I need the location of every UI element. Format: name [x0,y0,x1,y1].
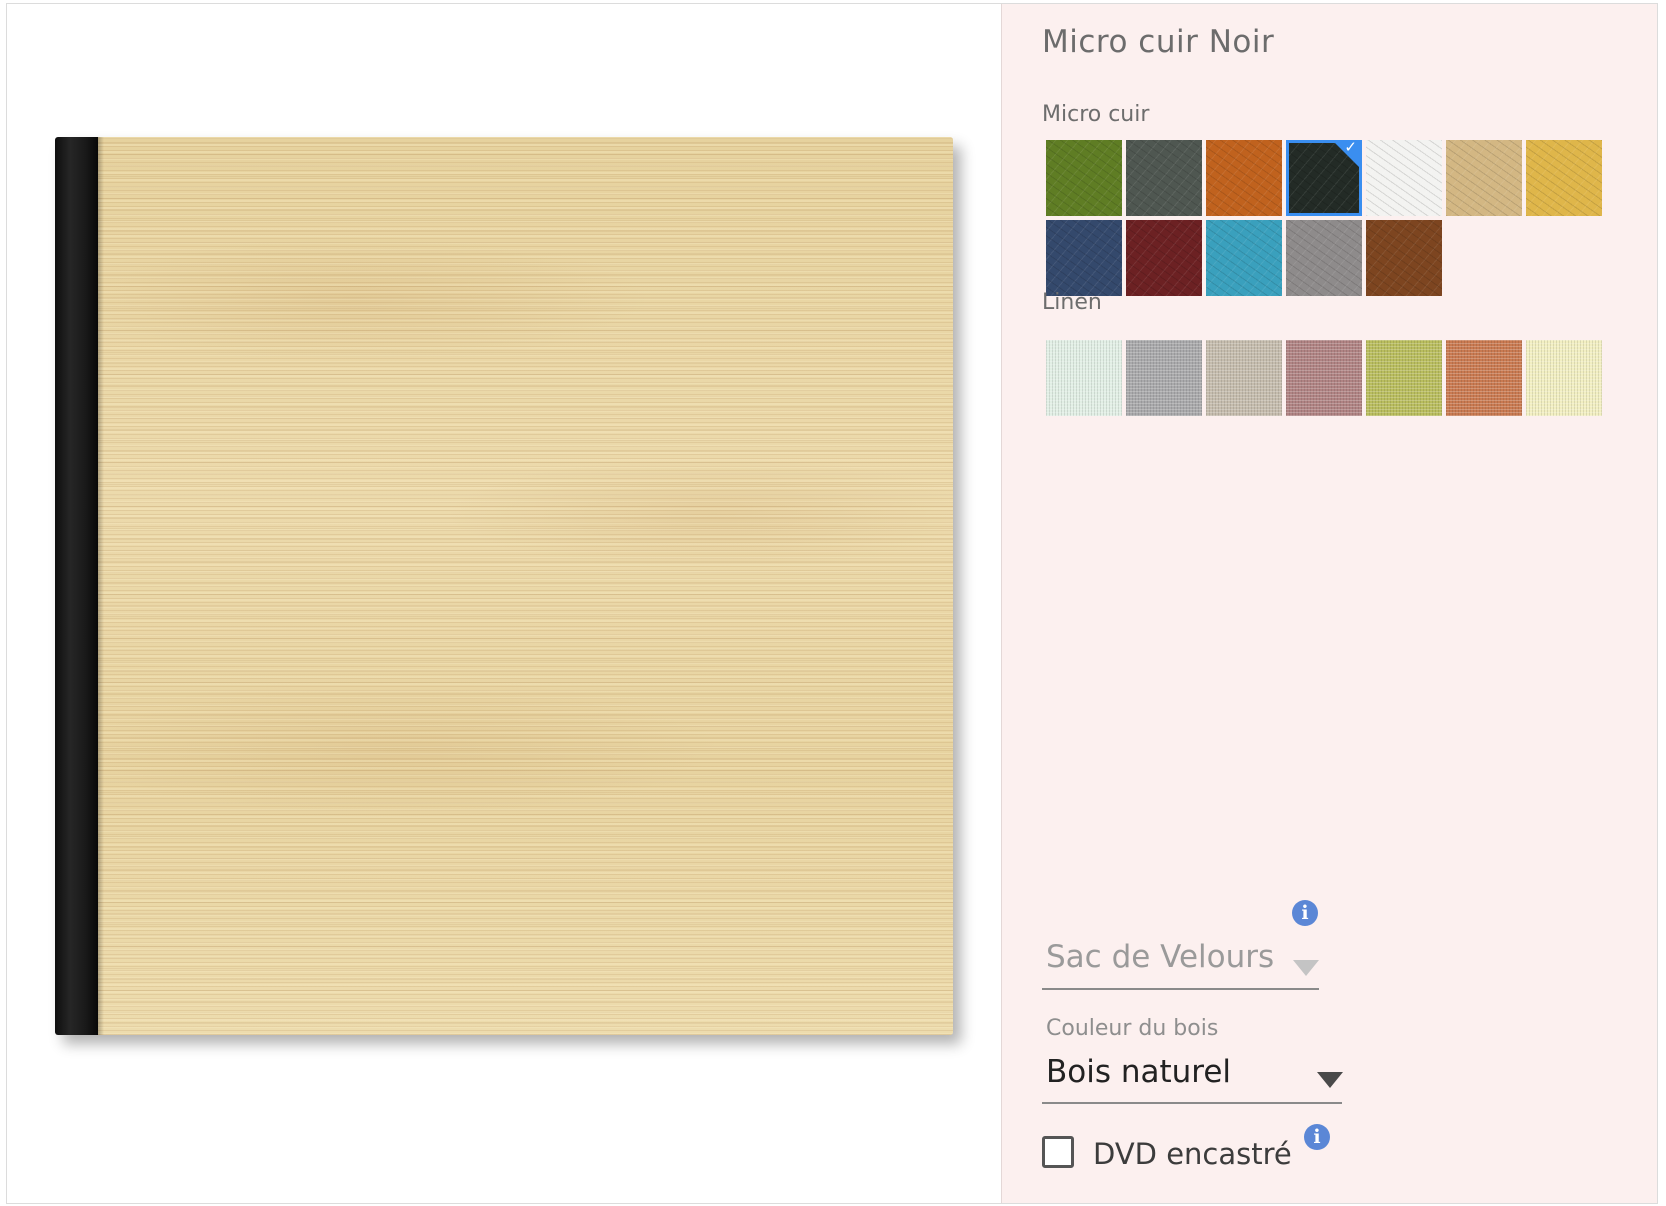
swatch-burgundy[interactable] [1126,220,1202,296]
swatch-silver[interactable] [1126,340,1202,416]
swatch-navy[interactable] [1046,220,1122,296]
book-mockup [55,137,953,1035]
chevron-down-icon [1293,960,1319,976]
section-label-micro-cuir: Micro cuir [1042,102,1150,127]
swatch-cream[interactable] [1526,340,1602,416]
wood-color-label: Couleur du bois [1046,1016,1219,1041]
velvet-bag-select[interactable]: Sac de Velours [1042,930,1319,990]
swatch-white[interactable] [1366,140,1442,216]
book-preview [7,4,1007,1203]
swatch-noir[interactable]: ✓ [1286,140,1362,216]
swatch-brown[interactable] [1366,220,1442,296]
section-label-linen: Linen [1042,290,1102,315]
swatch-terracotta[interactable] [1446,340,1522,416]
chevron-down-icon [1317,1072,1343,1088]
swatch-orange[interactable] [1206,140,1282,216]
wood-color-value: Bois naturel [1046,1054,1232,1090]
dvd-label: DVD encastré [1093,1137,1292,1171]
spine-shadow [98,137,104,1035]
book-spine [55,137,98,1035]
dvd-checkbox[interactable] [1042,1136,1074,1168]
swatch-lime[interactable] [1366,340,1442,416]
swatch-dark-grey[interactable] [1126,140,1202,216]
checkmark-icon: ✓ [1344,138,1357,156]
swatch-turquoise[interactable] [1206,220,1282,296]
swatch-mint-white[interactable] [1046,340,1122,416]
swatch-taupe[interactable] [1206,340,1282,416]
wood-color-select[interactable]: Bois naturel [1042,1046,1343,1104]
velvet-info-icon[interactable]: i [1292,900,1318,926]
book-cover-wood [98,137,953,1035]
swatch-beige[interactable] [1446,140,1522,216]
dvd-info-icon[interactable]: i [1304,1124,1330,1150]
swatch-grey[interactable] [1286,220,1362,296]
velvet-bag-value: Sac de Velours [1046,939,1275,975]
swatch-olive[interactable] [1046,140,1122,216]
swatch-yellow[interactable] [1526,140,1602,216]
swatch-mauve[interactable] [1286,340,1362,416]
selected-material-title: Micro cuir Noir [1042,24,1275,60]
